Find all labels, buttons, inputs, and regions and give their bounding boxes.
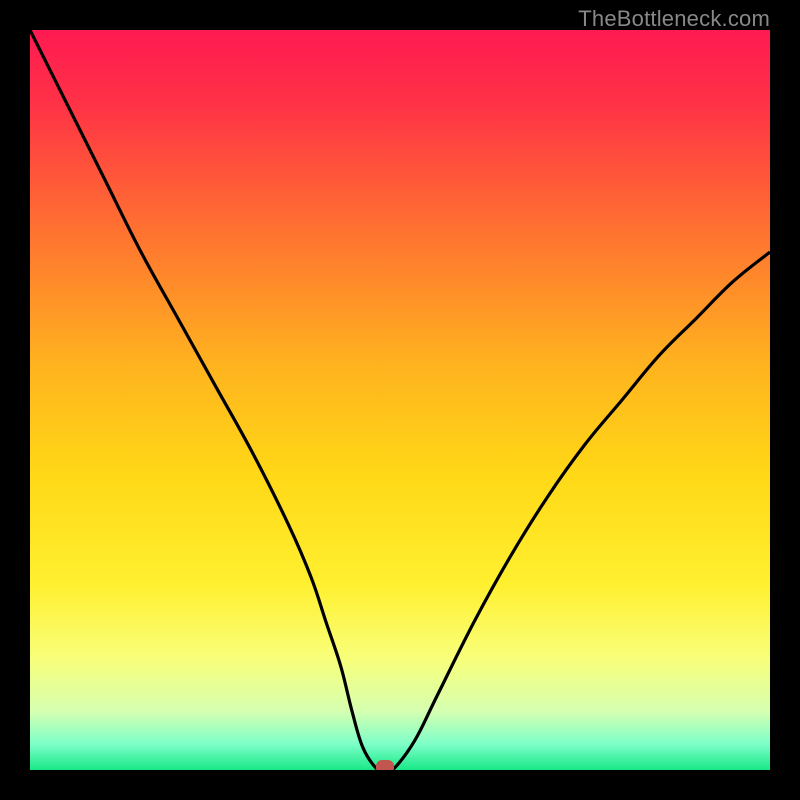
bottleneck-curve [30,30,770,770]
chart-frame: TheBottleneck.com [0,0,800,800]
curve-layer [30,30,770,770]
plot-area [30,30,770,770]
watermark-text: TheBottleneck.com [578,6,770,32]
minimum-marker-icon [376,760,394,770]
